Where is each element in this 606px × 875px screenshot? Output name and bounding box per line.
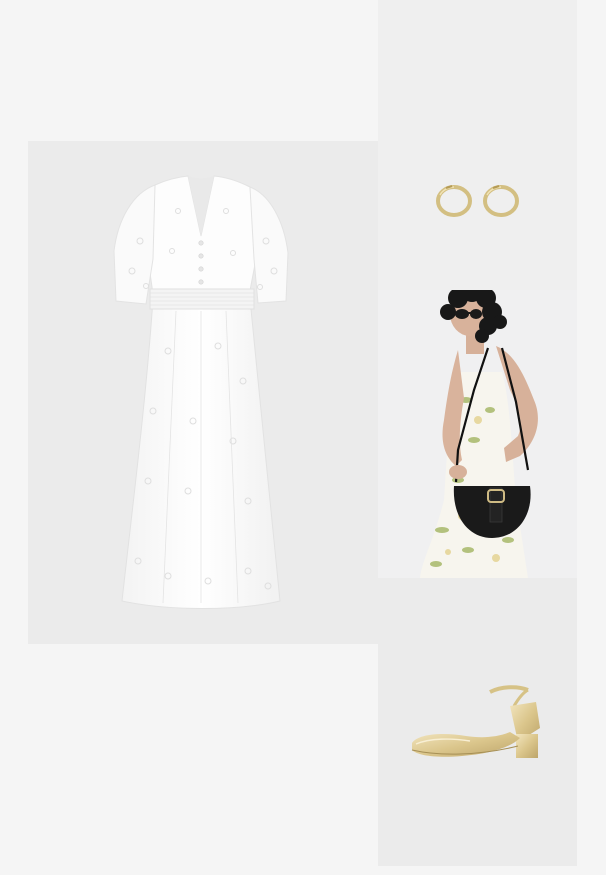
earrings-product-tile[interactable] [378, 0, 577, 290]
gold-block-heel-pump-image [411, 685, 540, 758]
outfit-board: { "board": { "type": "outfit-collage", "… [0, 0, 606, 875]
dress-product-tile[interactable] [28, 141, 378, 644]
bag-product-tile[interactable] [378, 290, 577, 578]
shoes-product-tile[interactable] [378, 578, 577, 866]
gold-hoop-earrings-image [436, 185, 519, 217]
black-saddle-crossbody-bag-on-model-image [420, 290, 538, 578]
white-eyelet-midi-dress-image [113, 175, 289, 609]
